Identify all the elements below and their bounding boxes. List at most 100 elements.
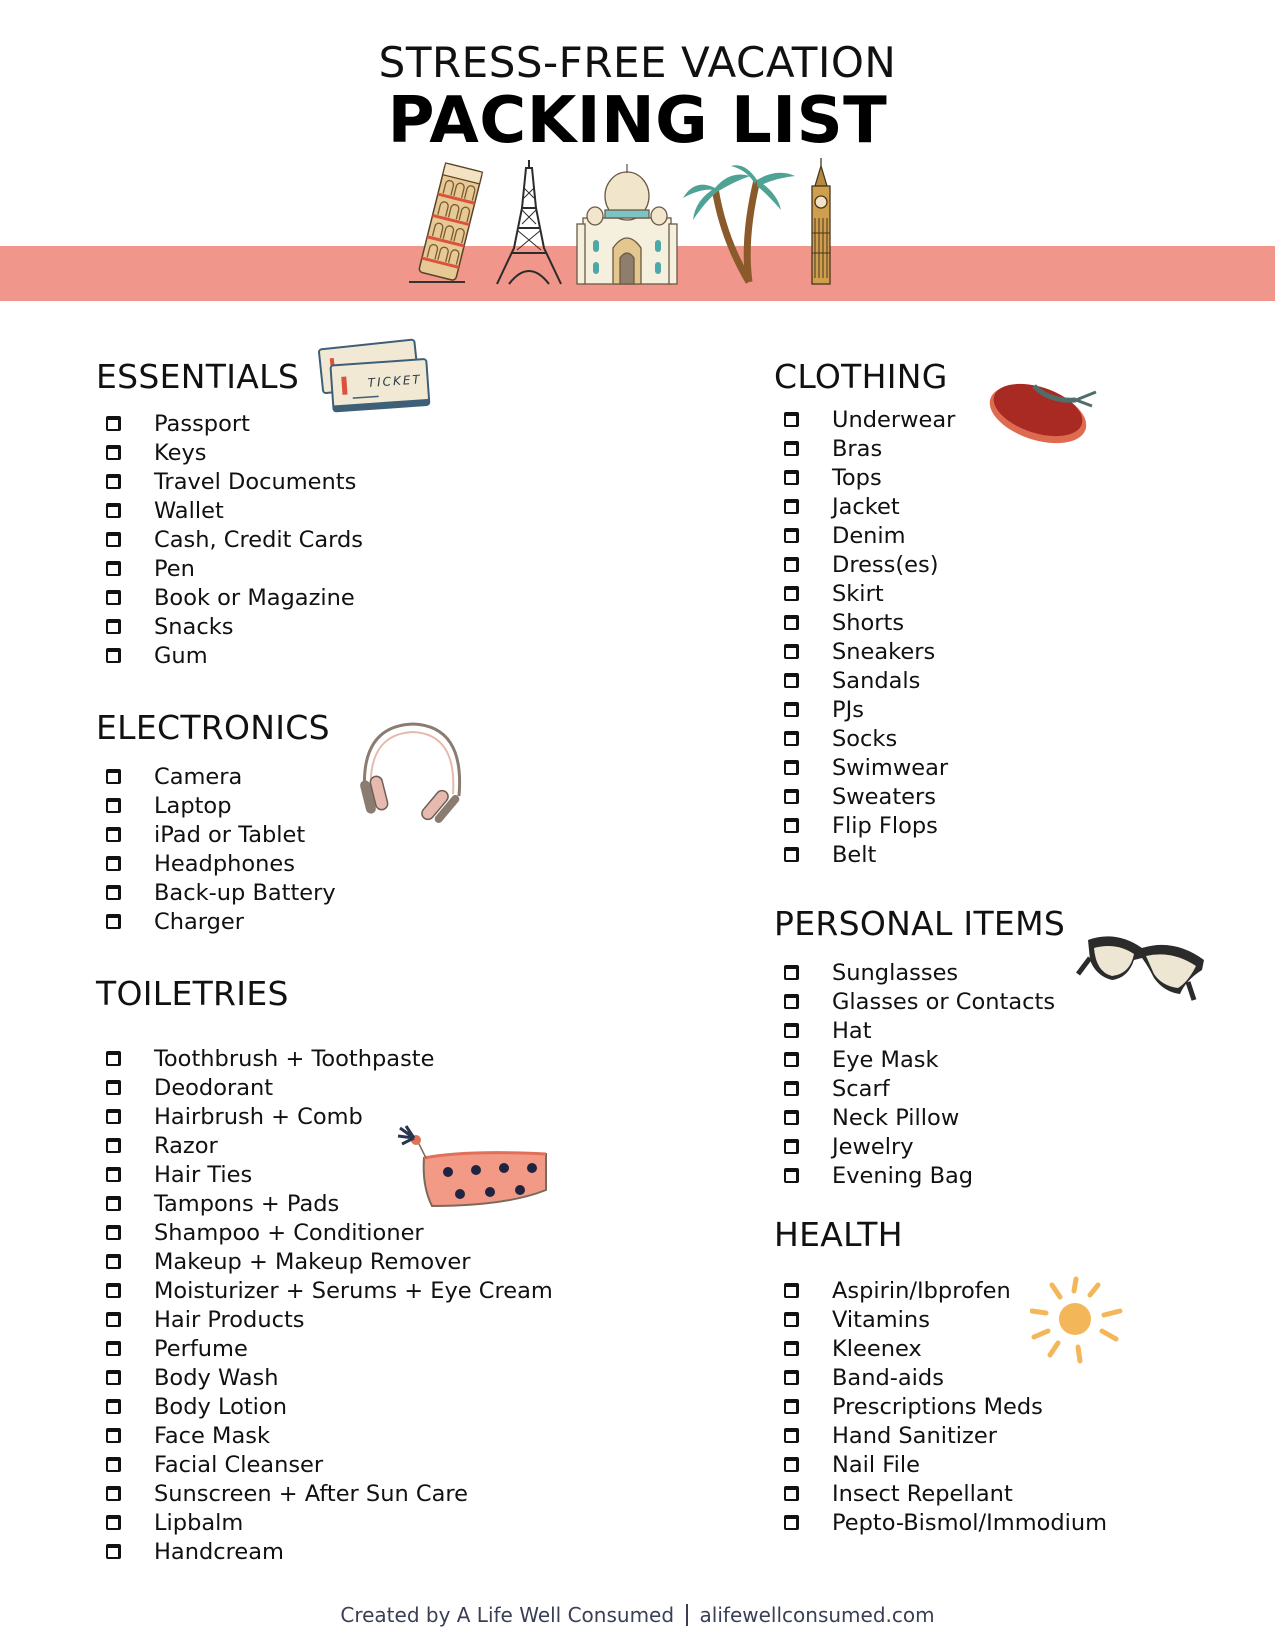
checkbox[interactable]	[784, 412, 799, 427]
checkbox[interactable]	[106, 1080, 121, 1095]
checkbox[interactable]	[784, 760, 799, 775]
checkbox[interactable]	[784, 1168, 799, 1183]
checkbox[interactable]	[784, 1428, 799, 1443]
checkbox[interactable]	[106, 1196, 121, 1211]
checkbox[interactable]	[784, 528, 799, 543]
checkbox[interactable]	[784, 1486, 799, 1501]
checklist-item-label: Moisturizer + Serums + Eye Cream	[154, 1277, 553, 1304]
checklist-item: Band-aids	[774, 1363, 1107, 1392]
section-title: CLOTHING	[774, 357, 948, 396]
checklist-item-label: Camera	[154, 763, 243, 790]
checkbox[interactable]	[106, 1399, 121, 1414]
checkbox[interactable]	[106, 648, 121, 663]
checklist-item-label: Vitamins	[832, 1306, 930, 1333]
checkbox[interactable]	[106, 1138, 121, 1153]
checkbox[interactable]	[784, 1052, 799, 1067]
checklist-item-label: Facial Cleanser	[154, 1451, 324, 1478]
section-electronics: ELECTRONICS Camera Laptop iPad or Tablet He…	[96, 708, 336, 936]
checkbox[interactable]	[784, 789, 799, 804]
sunglasses-icon	[1076, 936, 1204, 1001]
checklist-item: Hat	[774, 1016, 1065, 1045]
checklist-item-label: Makeup + Makeup Remover	[154, 1248, 471, 1275]
checklist-item: Sneakers	[774, 637, 955, 666]
checklist-item-label: Denim	[832, 522, 906, 549]
checkbox[interactable]	[106, 1515, 121, 1530]
checkbox[interactable]	[784, 1081, 799, 1096]
checklist-item-label: Flip Flops	[832, 812, 938, 839]
checklist-item: Wallet	[96, 496, 363, 525]
checkbox[interactable]	[106, 445, 121, 460]
checkbox[interactable]	[784, 586, 799, 601]
checkbox[interactable]	[106, 885, 121, 900]
checkbox[interactable]	[106, 856, 121, 871]
checkbox[interactable]	[784, 1110, 799, 1125]
checkbox[interactable]	[106, 1283, 121, 1298]
checkbox[interactable]	[784, 1139, 799, 1154]
checkbox[interactable]	[784, 702, 799, 717]
checkbox[interactable]	[106, 561, 121, 576]
checklist-item: Moisturizer + Serums + Eye Cream	[96, 1276, 553, 1305]
checkbox[interactable]	[784, 1370, 799, 1385]
checkbox[interactable]	[106, 1428, 121, 1443]
checkbox[interactable]	[784, 673, 799, 688]
checklist-item: Lipbalm	[96, 1508, 553, 1537]
checkbox[interactable]	[784, 1023, 799, 1038]
checkbox[interactable]	[106, 416, 121, 431]
checklist-item: PJs	[774, 695, 955, 724]
checkbox[interactable]	[784, 615, 799, 630]
checkbox[interactable]	[106, 474, 121, 489]
sun-hat-icon	[989, 383, 1097, 444]
checklist-item-label: Hair Ties	[154, 1161, 253, 1188]
checkbox[interactable]	[106, 1312, 121, 1327]
checkbox[interactable]	[106, 1370, 121, 1385]
checkbox[interactable]	[106, 1341, 121, 1356]
checkbox[interactable]	[784, 1283, 799, 1298]
checklist-item-label: Passport	[154, 410, 250, 437]
checkbox[interactable]	[784, 847, 799, 862]
checklist-item: Jacket	[774, 492, 955, 521]
checkbox[interactable]	[106, 1225, 121, 1240]
checkbox[interactable]	[106, 769, 121, 784]
checkbox[interactable]	[106, 798, 121, 813]
checklist-item: Handcream	[96, 1537, 553, 1566]
checkbox[interactable]	[784, 818, 799, 833]
checkbox[interactable]	[784, 441, 799, 456]
checklist-item: Camera	[96, 762, 336, 791]
checkbox[interactable]	[784, 1312, 799, 1327]
checkbox[interactable]	[784, 644, 799, 659]
checkbox[interactable]	[784, 994, 799, 1009]
headphones-icon	[360, 722, 462, 823]
checkbox[interactable]	[106, 1486, 121, 1501]
checkbox[interactable]	[106, 1544, 121, 1559]
footer-credit: Created by A Life Well Consumed	[340, 1603, 675, 1627]
checkbox[interactable]	[106, 1109, 121, 1124]
footer-website-link[interactable]: alifewellconsumed.com	[700, 1603, 935, 1627]
checkbox[interactable]	[106, 532, 121, 547]
checkbox[interactable]	[784, 499, 799, 514]
checkbox[interactable]	[106, 590, 121, 605]
checkbox[interactable]	[784, 731, 799, 746]
checklist-item: Hand Sanitizer	[774, 1421, 1107, 1450]
checklist-item: Makeup + Makeup Remover	[96, 1247, 553, 1276]
checklist-item: Keys	[96, 438, 363, 467]
checkbox[interactable]	[106, 1051, 121, 1066]
checkbox[interactable]	[106, 827, 121, 842]
page-title: PACKING LIST	[387, 84, 888, 158]
checklist-item-label: Travel Documents	[154, 468, 357, 495]
checkbox[interactable]	[784, 1399, 799, 1414]
checklist: Passport Keys Travel Documents Wallet Cash, …	[96, 409, 363, 670]
checkbox[interactable]	[784, 1341, 799, 1356]
checkbox[interactable]	[106, 914, 121, 929]
checkbox[interactable]	[106, 1254, 121, 1269]
checkbox[interactable]	[784, 1515, 799, 1530]
checklist-item: Evening Bag	[774, 1161, 1065, 1190]
checkbox[interactable]	[784, 965, 799, 980]
checkbox[interactable]	[784, 470, 799, 485]
checklist-item-label: Razor	[154, 1132, 218, 1159]
checkbox[interactable]	[784, 557, 799, 572]
checkbox[interactable]	[106, 503, 121, 518]
checkbox[interactable]	[106, 1167, 121, 1182]
checkbox[interactable]	[106, 1457, 121, 1472]
checkbox[interactable]	[106, 619, 121, 634]
checkbox[interactable]	[784, 1457, 799, 1472]
